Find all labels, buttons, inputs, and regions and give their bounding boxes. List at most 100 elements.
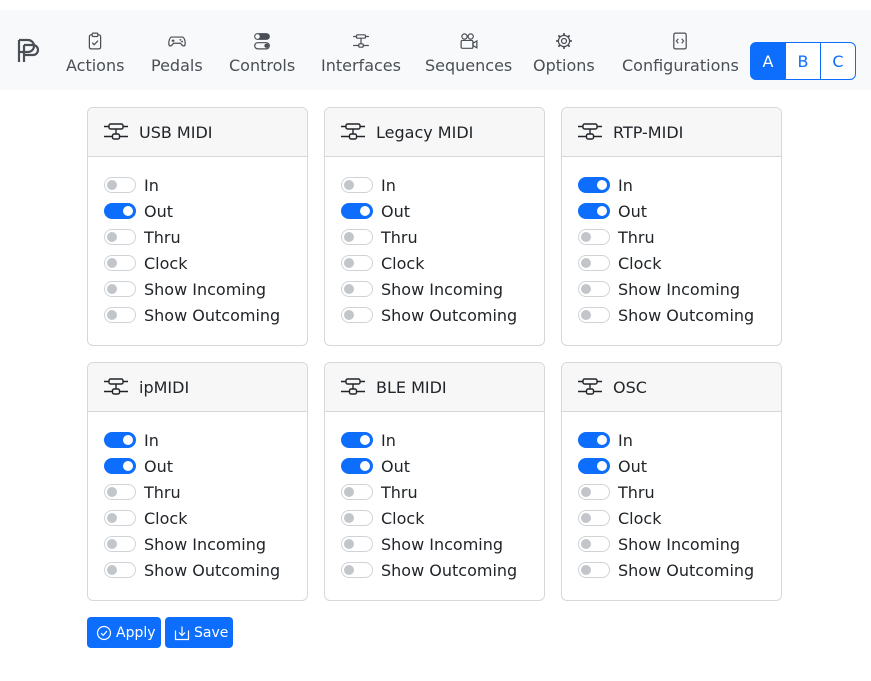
toggle-switch[interactable]	[104, 432, 136, 448]
option-clock[interactable]: Clock	[104, 250, 307, 276]
option-show-outcoming[interactable]: Show Outcoming	[341, 302, 544, 328]
option-show-outcoming[interactable]: Show Outcoming	[578, 557, 781, 583]
toggle-switch[interactable]	[104, 203, 136, 219]
toggle-switch[interactable]	[578, 281, 610, 297]
card-header: Legacy MIDI	[325, 108, 544, 157]
nav-options[interactable]: Options	[533, 30, 595, 82]
option-in[interactable]: In	[104, 172, 307, 198]
option-in[interactable]: In	[341, 172, 544, 198]
toggle-switch[interactable]	[578, 177, 610, 193]
option-show-incoming[interactable]: Show Incoming	[104, 531, 307, 557]
pedalino-logo[interactable]	[16, 38, 40, 64]
option-clock[interactable]: Clock	[104, 505, 307, 531]
toggle-switch[interactable]	[578, 255, 610, 271]
toggle-switch[interactable]	[341, 203, 373, 219]
option-out[interactable]: Out	[104, 453, 307, 479]
option-show-incoming[interactable]: Show Incoming	[341, 276, 544, 302]
nav-interfaces[interactable]: Interfaces	[321, 30, 401, 82]
option-show-incoming[interactable]: Show Incoming	[578, 531, 781, 557]
toggle-switch[interactable]	[578, 432, 610, 448]
toggle-knob	[344, 180, 354, 190]
toggle-knob	[597, 180, 607, 190]
profile-button-a[interactable]: A	[750, 42, 786, 80]
toggle-switch[interactable]	[341, 177, 373, 193]
toggle-switch[interactable]	[578, 562, 610, 578]
apply-button[interactable]: Apply	[87, 617, 161, 648]
toggle-switch[interactable]	[104, 229, 136, 245]
option-thru[interactable]: Thru	[341, 224, 544, 250]
option-thru[interactable]: Thru	[104, 224, 307, 250]
toggle-switch[interactable]	[104, 177, 136, 193]
toggle-switch[interactable]	[578, 536, 610, 552]
option-show-outcoming[interactable]: Show Outcoming	[578, 302, 781, 328]
toggle-switch[interactable]	[341, 536, 373, 552]
option-thru[interactable]: Thru	[104, 479, 307, 505]
card-body: In Out Thru Clock Show Incoming Show Outcomin…	[325, 157, 544, 328]
option-in[interactable]: In	[578, 172, 781, 198]
toggle-switch[interactable]	[578, 510, 610, 526]
toggle-switch[interactable]	[104, 510, 136, 526]
toggle-switch[interactable]	[341, 458, 373, 474]
save-button[interactable]: Save	[165, 617, 233, 648]
option-clock[interactable]: Clock	[341, 250, 544, 276]
toggle-switch[interactable]	[578, 229, 610, 245]
toggle-switch[interactable]	[341, 255, 373, 271]
profile-selector: A B C	[750, 42, 857, 80]
nav-actions[interactable]: Actions	[66, 30, 124, 82]
toggle-switch[interactable]	[341, 484, 373, 500]
nav-controls[interactable]: Controls	[229, 30, 295, 82]
option-in[interactable]: In	[578, 427, 781, 453]
option-thru[interactable]: Thru	[578, 224, 781, 250]
option-thru[interactable]: Thru	[578, 479, 781, 505]
profile-button-c[interactable]: C	[820, 42, 856, 80]
toggle-switch[interactable]	[104, 281, 136, 297]
toggle-switch[interactable]	[341, 229, 373, 245]
toggle-switch[interactable]	[578, 307, 610, 323]
nav-label: Options	[533, 56, 595, 75]
option-clock[interactable]: Clock	[578, 505, 781, 531]
option-show-outcoming[interactable]: Show Outcoming	[104, 302, 307, 328]
toggle-switch[interactable]	[104, 458, 136, 474]
controller-icon	[168, 36, 186, 47]
toggle-switch[interactable]	[104, 484, 136, 500]
option-show-incoming[interactable]: Show Incoming	[578, 276, 781, 302]
card-title: BLE MIDI	[376, 377, 447, 397]
option-out[interactable]: Out	[578, 453, 781, 479]
option-label: Show Outcoming	[144, 560, 281, 580]
option-clock[interactable]: Clock	[341, 505, 544, 531]
toggle-switch[interactable]	[104, 536, 136, 552]
interface-icon	[341, 378, 365, 395]
option-out[interactable]: Out	[341, 453, 544, 479]
toggle-switch[interactable]	[341, 432, 373, 448]
option-out[interactable]: Out	[341, 198, 544, 224]
toggle-switch[interactable]	[104, 307, 136, 323]
toggle-switch[interactable]	[104, 255, 136, 271]
option-thru[interactable]: Thru	[341, 479, 544, 505]
toggle-knob	[344, 539, 354, 549]
toggle-switch[interactable]	[341, 307, 373, 323]
toggle-switch[interactable]	[104, 562, 136, 578]
option-in[interactable]: In	[341, 427, 544, 453]
option-clock[interactable]: Clock	[578, 250, 781, 276]
toggle-switch[interactable]	[578, 484, 610, 500]
option-show-incoming[interactable]: Show Incoming	[341, 531, 544, 557]
option-show-outcoming[interactable]: Show Outcoming	[341, 557, 544, 583]
option-label: Clock	[618, 253, 662, 273]
option-label: In	[618, 175, 633, 195]
option-show-outcoming[interactable]: Show Outcoming	[104, 557, 307, 583]
option-out[interactable]: Out	[578, 198, 781, 224]
option-in[interactable]: In	[104, 427, 307, 453]
toggle-switch[interactable]	[341, 281, 373, 297]
toggle-switch[interactable]	[578, 458, 610, 474]
option-out[interactable]: Out	[104, 198, 307, 224]
option-show-incoming[interactable]: Show Incoming	[104, 276, 307, 302]
profile-button-b[interactable]: B	[785, 42, 821, 80]
toggle-switch[interactable]	[341, 562, 373, 578]
nav-sequences[interactable]: Sequences	[425, 30, 512, 82]
nav-configurations[interactable]: Configurations	[622, 30, 739, 82]
toggle-switch[interactable]	[341, 510, 373, 526]
card-title: ipMIDI	[139, 377, 190, 397]
toggle-switch[interactable]	[578, 203, 610, 219]
option-label: Show Incoming	[381, 279, 504, 299]
nav-pedals[interactable]: Pedals	[151, 30, 203, 82]
